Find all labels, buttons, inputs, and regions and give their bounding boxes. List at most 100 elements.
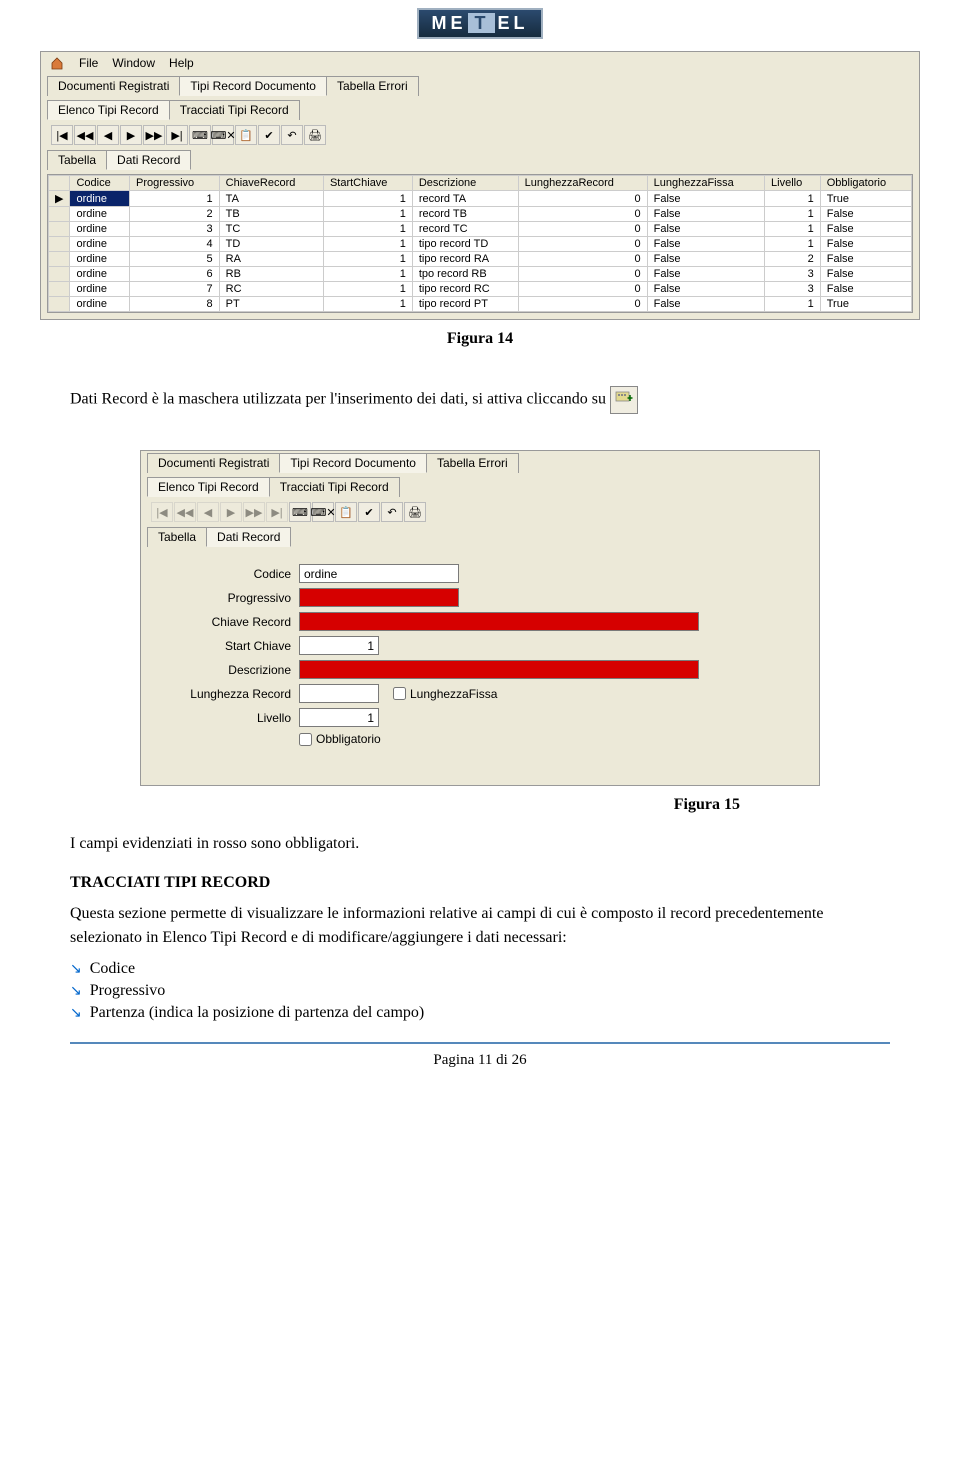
grid-cell[interactable]: 5	[130, 252, 220, 267]
row-selector-icon[interactable]	[49, 267, 70, 282]
table-row[interactable]: ordine2TB1record TB0False1False	[49, 207, 912, 222]
tab-l2-0[interactable]: Elenco Tipi Record	[47, 100, 170, 120]
input-chiave-record[interactable]	[299, 612, 699, 631]
grid-cell[interactable]: 3	[765, 282, 821, 297]
toolbar1-btn-9[interactable]: ✔	[258, 125, 280, 145]
grid-cell[interactable]: ordine	[70, 267, 130, 282]
toolbar1-btn-0[interactable]: |◀	[51, 125, 73, 145]
grid-header-6[interactable]: LunghezzaFissa	[647, 176, 764, 191]
table-row[interactable]: ordine4TD1tipo record TD0False1False	[49, 237, 912, 252]
home-icon[interactable]	[49, 55, 65, 71]
grid-cell[interactable]: tipo record RA	[412, 252, 518, 267]
table-row[interactable]: ordine8PT1tipo record PT0False1True	[49, 297, 912, 312]
toolbar1-btn-3[interactable]: ▶	[120, 125, 142, 145]
grid-cell[interactable]: RA	[219, 252, 323, 267]
grid-cell[interactable]: TC	[219, 222, 323, 237]
toolbar2-btn-1[interactable]: ◀◀	[174, 502, 196, 522]
toolbar1-btn-5[interactable]: ▶|	[166, 125, 188, 145]
checkbox-obbligatorio[interactable]	[299, 733, 312, 746]
tab2-l3-1[interactable]: Dati Record	[206, 527, 291, 547]
grid-cell[interactable]: tipo record PT	[412, 297, 518, 312]
table-row[interactable]: ordine7RC1tipo record RC0False3False	[49, 282, 912, 297]
grid-cell[interactable]: 0	[518, 282, 647, 297]
grid-header-4[interactable]: Descrizione	[412, 176, 518, 191]
row-selector-icon[interactable]	[49, 297, 70, 312]
grid-header-2[interactable]: ChiaveRecord	[219, 176, 323, 191]
checkbox-lunghezza-fissa[interactable]	[393, 687, 406, 700]
grid-header-5[interactable]: LunghezzaRecord	[518, 176, 647, 191]
grid-cell[interactable]: False	[647, 207, 764, 222]
table-row[interactable]: ▶ordine1TA1record TA0False1True	[49, 191, 912, 207]
grid-cell[interactable]: False	[820, 207, 911, 222]
grid-cell[interactable]: 1	[765, 207, 821, 222]
toolbar1-btn-7[interactable]: ⌨✕	[212, 125, 234, 145]
grid-cell[interactable]: 0	[518, 237, 647, 252]
tab-l3-0[interactable]: Tabella	[47, 150, 107, 170]
grid-cell[interactable]: False	[820, 252, 911, 267]
tab-l1-1[interactable]: Tipi Record Documento	[179, 76, 327, 96]
grid-cell[interactable]: 3	[130, 222, 220, 237]
grid-cell[interactable]: TB	[219, 207, 323, 222]
tab-l2-1[interactable]: Tracciati Tipi Record	[169, 100, 300, 120]
toolbar1-btn-8[interactable]: 📋	[235, 125, 257, 145]
tab2-l1-0[interactable]: Documenti Registrati	[147, 453, 280, 473]
grid-cell[interactable]: 0	[518, 191, 647, 207]
grid-cell[interactable]: 1	[323, 191, 412, 207]
grid-header-0[interactable]: Codice	[70, 176, 130, 191]
grid-cell[interactable]: ordine	[70, 297, 130, 312]
grid-cell[interactable]: False	[820, 237, 911, 252]
grid-cell[interactable]: True	[820, 191, 911, 207]
grid-cell[interactable]: 0	[518, 207, 647, 222]
grid-cell[interactable]: 1	[323, 252, 412, 267]
grid-header-1[interactable]: Progressivo	[130, 176, 220, 191]
grid-cell[interactable]: False	[820, 222, 911, 237]
grid-cell[interactable]: tipo record RC	[412, 282, 518, 297]
grid-cell[interactable]: False	[647, 237, 764, 252]
menu-file[interactable]: File	[79, 56, 98, 70]
grid-cell[interactable]: record TB	[412, 207, 518, 222]
grid-cell[interactable]: 2	[130, 207, 220, 222]
grid-cell[interactable]: 8	[130, 297, 220, 312]
toolbar2-btn-7[interactable]: ⌨✕	[312, 502, 334, 522]
grid-cell[interactable]: 1	[765, 237, 821, 252]
grid-cell[interactable]: 6	[130, 267, 220, 282]
toolbar1-btn-2[interactable]: ◀	[97, 125, 119, 145]
menu-window[interactable]: Window	[112, 56, 155, 70]
toolbar2-btn-0[interactable]: |◀	[151, 502, 173, 522]
grid-cell[interactable]: ordine	[70, 191, 130, 207]
menu-help[interactable]: Help	[169, 56, 194, 70]
input-livello[interactable]	[299, 708, 379, 727]
grid-cell[interactable]: record TA	[412, 191, 518, 207]
grid-cell[interactable]: RB	[219, 267, 323, 282]
grid-cell[interactable]: RC	[219, 282, 323, 297]
grid-cell[interactable]: TD	[219, 237, 323, 252]
input-descrizione[interactable]	[299, 660, 699, 679]
grid-cell[interactable]: 1	[323, 222, 412, 237]
tab2-l1-2[interactable]: Tabella Errori	[426, 453, 519, 473]
grid-cell[interactable]: ordine	[70, 282, 130, 297]
grid-cell[interactable]: True	[820, 297, 911, 312]
grid-cell[interactable]: False	[647, 297, 764, 312]
toolbar2-btn-8[interactable]: 📋	[335, 502, 357, 522]
grid-cell[interactable]: ordine	[70, 222, 130, 237]
grid-header-7[interactable]: Livello	[765, 176, 821, 191]
grid-cell[interactable]: 1	[323, 237, 412, 252]
grid-cell[interactable]: TA	[219, 191, 323, 207]
toolbar2-btn-9[interactable]: ✔	[358, 502, 380, 522]
grid-cell[interactable]: False	[647, 222, 764, 237]
table-row[interactable]: ordine6RB1tpo record RB0False3False	[49, 267, 912, 282]
toolbar2-btn-11[interactable]: 🖨	[404, 502, 426, 522]
grid-cell[interactable]: 1	[765, 297, 821, 312]
grid-cell[interactable]: 3	[765, 267, 821, 282]
grid-cell[interactable]: tipo record TD	[412, 237, 518, 252]
input-codice[interactable]	[299, 564, 459, 583]
toolbar2-btn-2[interactable]: ◀	[197, 502, 219, 522]
tab-l3-1[interactable]: Dati Record	[106, 150, 191, 170]
toolbar1-btn-4[interactable]: ▶▶	[143, 125, 165, 145]
grid-cell[interactable]: 2	[765, 252, 821, 267]
grid-cell[interactable]: 1	[323, 267, 412, 282]
grid-cell[interactable]: False	[820, 282, 911, 297]
input-start-chiave[interactable]	[299, 636, 379, 655]
grid-cell[interactable]: ordine	[70, 237, 130, 252]
grid-cell[interactable]: ordine	[70, 252, 130, 267]
